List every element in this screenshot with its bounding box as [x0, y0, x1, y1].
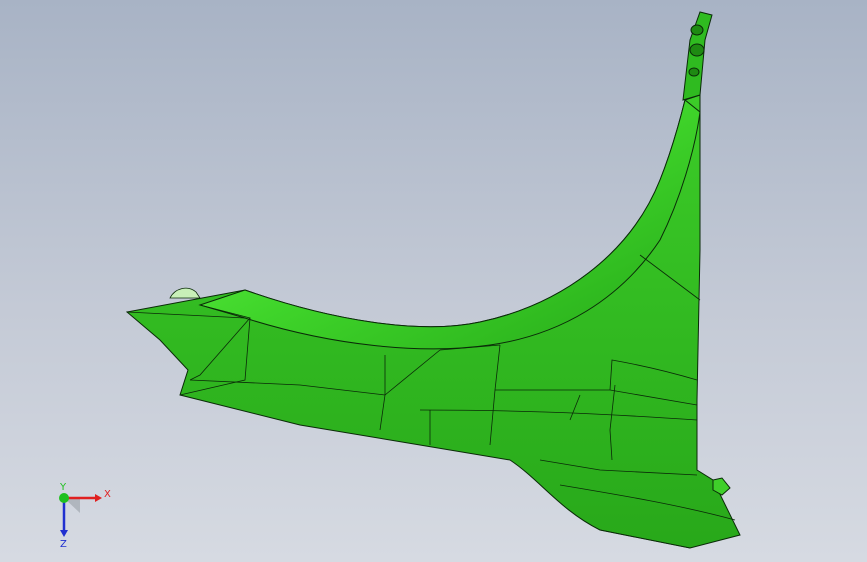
- mounting-hole: [689, 43, 705, 57]
- x-axis-label: X: [104, 489, 111, 500]
- coordinate-triad: X Y Z: [59, 482, 111, 548]
- graphics-viewport[interactable]: X Y Z: [0, 0, 867, 562]
- y-axis-dot: [59, 493, 69, 503]
- mounting-hole: [690, 24, 704, 36]
- fender-body[interactable]: [125, 94, 741, 549]
- y-axis-label: Y: [59, 482, 67, 493]
- z-axis-label: Z: [60, 539, 67, 548]
- mounting-hole: [688, 67, 700, 77]
- fender-model[interactable]: [0, 0, 867, 562]
- front-tab: [169, 287, 201, 299]
